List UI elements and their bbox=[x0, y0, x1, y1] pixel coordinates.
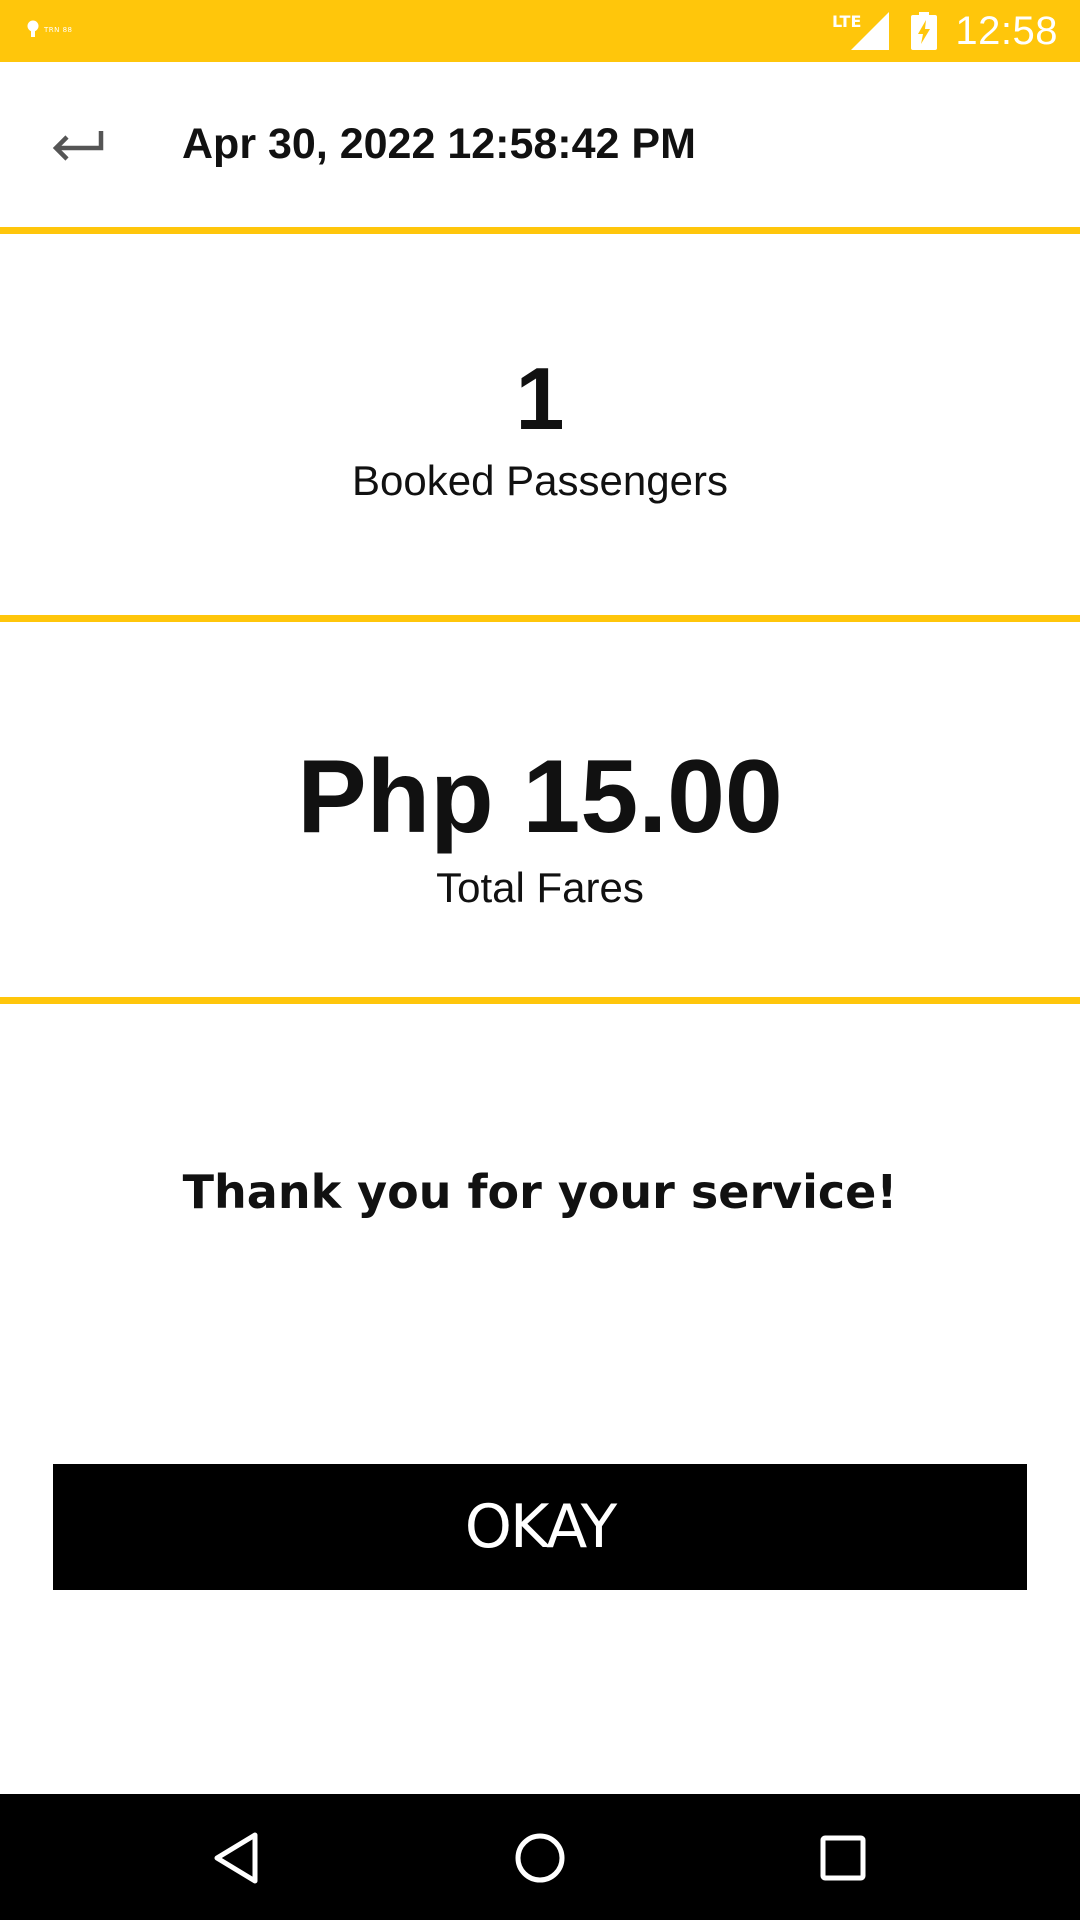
nav-back-icon bbox=[214, 1832, 258, 1884]
nav-recents-icon bbox=[820, 1835, 866, 1881]
network-type-label: LTE bbox=[832, 11, 862, 31]
thank-you-message: Thank you for your service! bbox=[182, 1165, 898, 1219]
battery-charging-icon bbox=[911, 12, 938, 50]
status-icons: LTE 12:58 bbox=[832, 0, 1058, 62]
notification-text: TRN 88 bbox=[44, 26, 73, 34]
bulb-icon bbox=[27, 20, 39, 37]
total-fares-amount: Php 15.00 bbox=[297, 739, 783, 855]
navigation-bar bbox=[0, 1794, 1080, 1920]
passenger-count-label: Booked Passengers bbox=[352, 457, 728, 504]
app-bar: Apr 30, 2022 12:58:42 PM bbox=[0, 62, 1080, 228]
status-clock: 12:58 bbox=[955, 8, 1058, 53]
nav-home-icon bbox=[515, 1833, 565, 1883]
divider-middle bbox=[0, 615, 1080, 622]
divider-top bbox=[0, 227, 1080, 234]
page-title: Apr 30, 2022 12:58:42 PM bbox=[182, 120, 696, 168]
nav-back-button[interactable] bbox=[201, 1823, 271, 1893]
divider-bottom bbox=[0, 997, 1080, 1004]
total-fares-label: Total Fares bbox=[436, 864, 644, 911]
passenger-count: 1 bbox=[515, 349, 565, 448]
okay-button[interactable]: OKAY bbox=[53, 1464, 1027, 1590]
nav-home-button[interactable] bbox=[505, 1823, 575, 1893]
back-button[interactable] bbox=[46, 122, 110, 170]
notification-area: TRN 88 bbox=[26, 20, 73, 40]
back-arrow-icon bbox=[52, 131, 104, 161]
status-bar: TRN 88 LTE 12:58 bbox=[0, 0, 1080, 62]
nav-recents-button[interactable] bbox=[808, 1823, 878, 1893]
